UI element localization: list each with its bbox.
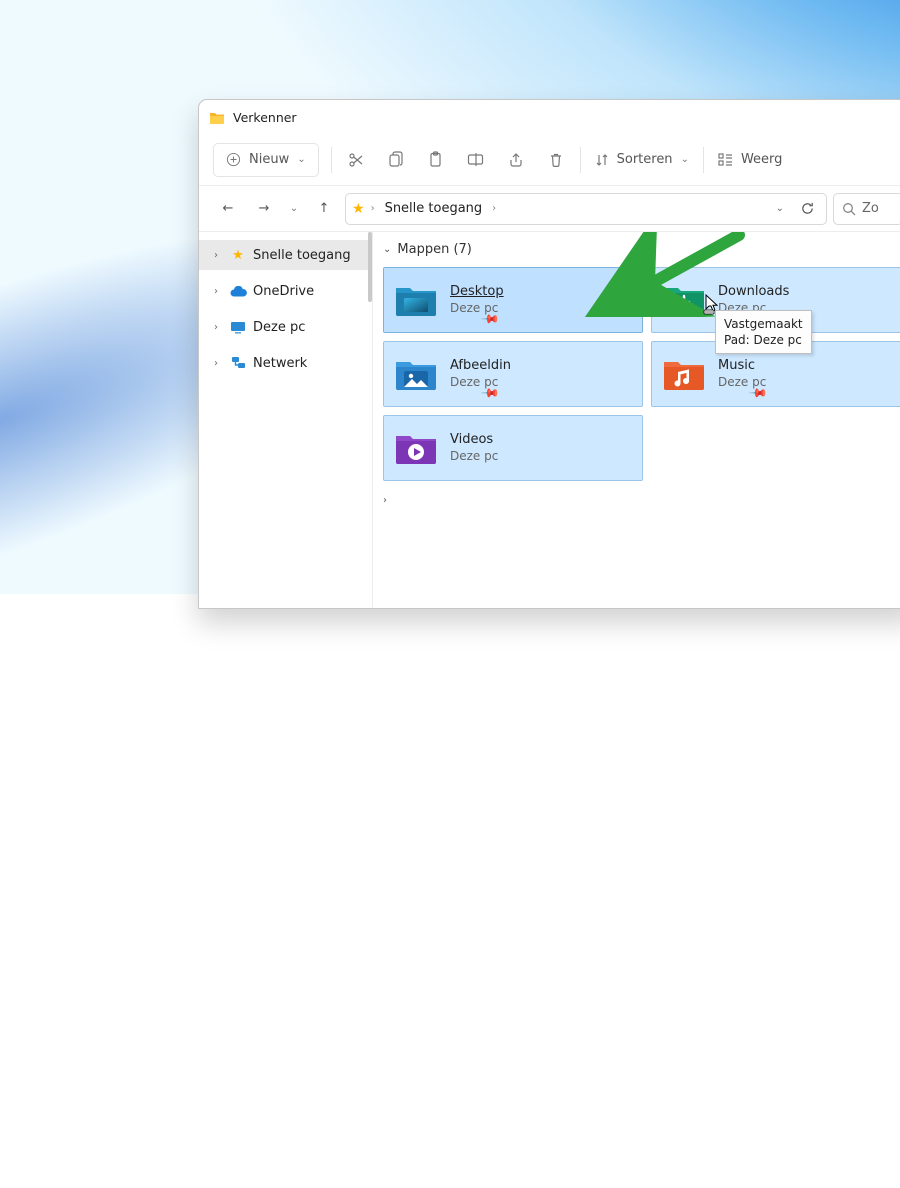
videos-folder-icon xyxy=(394,426,438,470)
scissors-icon xyxy=(348,152,364,168)
scrollbar[interactable] xyxy=(368,232,372,302)
search-box[interactable]: Zo xyxy=(833,193,900,225)
cut-button[interactable] xyxy=(336,143,376,177)
content-pane: ⌄ Mappen (7) Desktop Deze pc 📌 xyxy=(373,232,900,608)
toolbar-separator xyxy=(703,147,704,173)
address-dropdown[interactable]: ⌄ xyxy=(770,203,790,214)
clipboard-icon xyxy=(428,151,443,168)
tooltip: Vastgemaakt Pad: Deze pc xyxy=(715,310,812,354)
file-explorer-window: Verkenner Nieuw ⌄ xyxy=(198,99,900,609)
command-bar: Nieuw ⌄ xyxy=(199,134,900,186)
view-icon xyxy=(718,153,733,166)
desktop-folder-icon xyxy=(394,278,438,322)
copy-icon xyxy=(388,151,403,168)
new-button[interactable]: Nieuw ⌄ xyxy=(213,143,319,177)
back-button[interactable]: ← xyxy=(213,194,243,224)
view-button-label: Weerg xyxy=(741,152,782,167)
chevron-down-icon: ⌄ xyxy=(290,203,298,214)
chevron-right-icon: › xyxy=(490,203,498,214)
section-label: Mappen (7) xyxy=(397,242,471,257)
folder-name: Videos xyxy=(450,432,498,448)
forward-button[interactable]: → xyxy=(249,194,279,224)
address-bar[interactable]: ★ › Snelle toegang › ⌄ xyxy=(345,193,827,225)
refresh-button[interactable] xyxy=(794,201,820,216)
rename-icon xyxy=(467,152,484,167)
folder-name: Desktop xyxy=(450,284,504,300)
delete-button[interactable] xyxy=(536,143,576,177)
sidebar-item-quick-access[interactable]: › ★ Snelle toegang xyxy=(199,240,372,270)
monitor-icon xyxy=(229,321,247,334)
folder-tile-desktop[interactable]: Desktop Deze pc 📌 xyxy=(383,267,643,333)
view-button[interactable]: Weerg xyxy=(708,143,792,177)
music-folder-icon xyxy=(662,352,706,396)
window-title: Verkenner xyxy=(233,110,297,125)
folder-tile-pictures[interactable]: Afbeeldin Deze pc 📌 xyxy=(383,341,643,407)
plus-circle-icon xyxy=(226,152,241,167)
sort-icon xyxy=(595,153,609,167)
star-icon: ★ xyxy=(229,248,247,263)
folder-name: Downloads xyxy=(718,284,789,300)
share-icon xyxy=(508,152,524,168)
section-header-recent[interactable]: › xyxy=(383,495,900,506)
trash-icon xyxy=(549,152,563,168)
folder-location: Deze pc xyxy=(450,375,511,390)
folder-location: Deze pc xyxy=(450,449,498,464)
share-button[interactable] xyxy=(496,143,536,177)
up-button[interactable]: ↑ xyxy=(309,194,339,224)
navigation-pane: › ★ Snelle toegang › OneDrive › Deze pc xyxy=(199,232,373,608)
cloud-icon xyxy=(229,286,247,297)
sidebar-item-this-pc[interactable]: › Deze pc xyxy=(199,312,372,342)
new-button-label: Nieuw xyxy=(249,152,289,167)
sidebar-item-label: OneDrive xyxy=(253,284,314,299)
arrow-right-icon: → xyxy=(259,201,270,216)
search-icon xyxy=(842,202,856,216)
chevron-right-icon: › xyxy=(369,203,377,214)
rename-button[interactable] xyxy=(456,143,496,177)
history-dropdown[interactable]: ⌄ xyxy=(285,194,303,224)
toolbar-separator xyxy=(580,147,581,173)
chevron-down-icon: ⌄ xyxy=(681,154,689,165)
sidebar-item-label: Snelle toegang xyxy=(253,248,351,263)
breadcrumb[interactable]: Snelle toegang xyxy=(381,201,487,216)
sidebar-item-label: Deze pc xyxy=(253,320,305,335)
paste-button[interactable] xyxy=(416,143,456,177)
sidebar-item-network[interactable]: › Netwerk xyxy=(199,348,372,378)
chevron-right-icon: › xyxy=(209,358,223,369)
search-placeholder: Zo xyxy=(862,201,879,216)
sort-button-label: Sorteren xyxy=(617,152,673,167)
chevron-right-icon: › xyxy=(383,495,387,506)
downloads-folder-icon xyxy=(662,278,706,322)
address-row: ← → ⌄ ↑ ★ › Snelle toegang › ⌄ Zo xyxy=(199,186,900,232)
folders-grid: Desktop Deze pc 📌 Downloads Deze pc 📌 xyxy=(383,267,900,481)
chevron-right-icon: › xyxy=(209,322,223,333)
chevron-down-icon: ⌄ xyxy=(297,154,305,165)
folder-name: Music xyxy=(718,358,766,374)
folder-tile-videos[interactable]: Videos Deze pc xyxy=(383,415,643,481)
copy-button[interactable] xyxy=(376,143,416,177)
folder-name: Afbeeldin xyxy=(450,358,511,374)
pictures-folder-icon xyxy=(394,352,438,396)
section-header-folders[interactable]: ⌄ Mappen (7) xyxy=(383,242,900,257)
chevron-down-icon: ⌄ xyxy=(383,244,391,255)
sidebar-item-onedrive[interactable]: › OneDrive xyxy=(199,276,372,306)
arrow-left-icon: ← xyxy=(223,201,234,216)
network-icon xyxy=(229,356,247,370)
titlebar[interactable]: Verkenner xyxy=(199,100,900,134)
chevron-right-icon: › xyxy=(209,286,223,297)
star-icon: ★ xyxy=(352,201,365,217)
sort-button[interactable]: Sorteren ⌄ xyxy=(585,143,699,177)
sidebar-item-label: Netwerk xyxy=(253,356,307,371)
chevron-right-icon: › xyxy=(209,250,223,261)
explorer-icon xyxy=(209,110,225,125)
arrow-up-icon: ↑ xyxy=(319,201,330,216)
toolbar-separator xyxy=(331,147,332,173)
